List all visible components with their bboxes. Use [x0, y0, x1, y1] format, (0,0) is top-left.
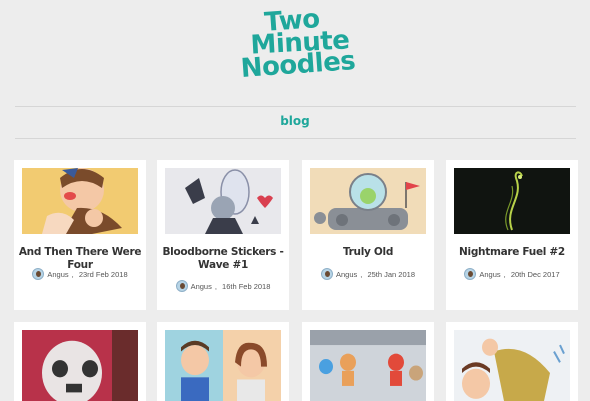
post-thumbnail[interactable] — [310, 168, 426, 234]
post-card-1[interactable]: And Then There Were Four Angus, 23rd Feb… — [14, 160, 146, 310]
post-author: Angus — [190, 281, 212, 291]
post-meta: Angus, 16th Feb 2018 — [157, 280, 289, 292]
post-title[interactable]: Bloodborne Stickers - Wave #1 — [161, 246, 285, 272]
post-thumbnail[interactable] — [22, 168, 138, 234]
post-date: 23rd Feb 2018 — [78, 269, 128, 279]
post-meta: Angus, 20th Dec 2017 — [446, 268, 578, 280]
post-card-6[interactable] — [157, 322, 289, 401]
author-avatar — [175, 280, 188, 292]
post-card-5[interactable] — [14, 322, 146, 401]
post-meta: Angus, 23rd Feb 2018 — [14, 268, 146, 280]
post-card-3[interactable]: Truly Old Angus, 25th Jan 2018 — [302, 160, 434, 310]
post-thumbnail[interactable] — [22, 330, 138, 401]
post-thumbnail[interactable] — [454, 168, 570, 234]
post-meta: Angus, 25th Jan 2018 — [302, 268, 434, 280]
post-date: 25th Jan 2018 — [367, 269, 415, 279]
author-avatar — [321, 268, 333, 280]
post-thumbnail[interactable] — [165, 330, 281, 401]
author-avatar — [32, 268, 45, 280]
post-date: 16th Feb 2018 — [222, 281, 271, 291]
header-divider-top — [15, 106, 576, 107]
post-title[interactable]: Truly Old — [306, 246, 430, 259]
site-logo[interactable]: Two Minute Noodles — [0, 4, 590, 84]
author-avatar — [464, 268, 477, 280]
nav-link-blog[interactable]: blog — [0, 114, 590, 128]
post-card-7[interactable] — [302, 322, 434, 401]
post-date: 20th Dec 2017 — [510, 269, 560, 279]
post-title[interactable]: Nightmare Fuel #2 — [450, 246, 574, 259]
post-thumbnail[interactable] — [310, 330, 426, 401]
post-card-2[interactable]: Bloodborne Stickers - Wave #1 Angus, 16t… — [157, 160, 289, 310]
post-card-8[interactable] — [446, 322, 578, 401]
post-author: Angus — [479, 269, 501, 279]
post-thumbnail[interactable] — [454, 330, 570, 401]
post-thumbnail[interactable] — [165, 168, 281, 234]
post-card-4[interactable]: Nightmare Fuel #2 Angus, 20th Dec 2017 — [446, 160, 578, 310]
header-divider-bottom — [15, 138, 576, 139]
post-author: Angus — [336, 269, 358, 279]
post-author: Angus — [47, 269, 69, 279]
